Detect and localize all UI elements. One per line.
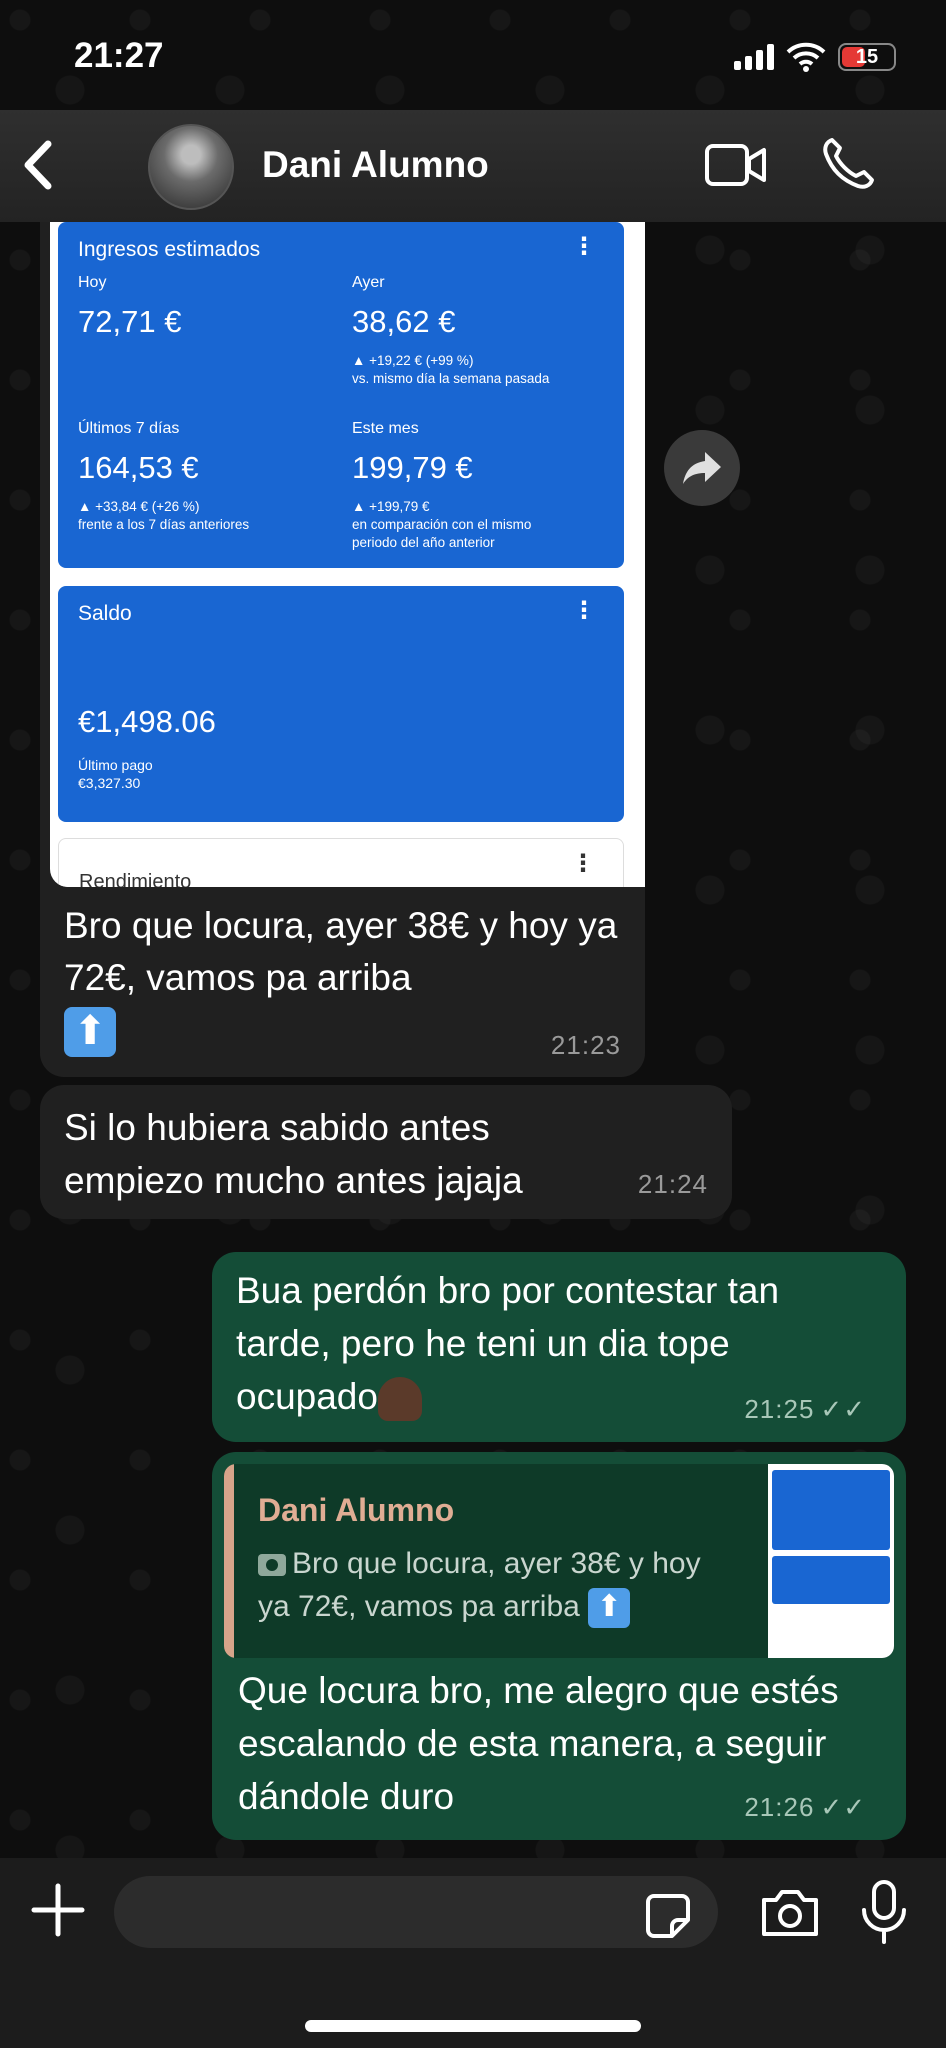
forward-icon: [683, 452, 721, 484]
message-time: 21:24: [637, 1169, 708, 1199]
estimated-earnings-card: Ingresos estimados ⋮ Hoy 72,71 € Ayer 38…: [58, 222, 624, 568]
image-message-bubble[interactable]: Ingresos estimados ⋮ Hoy 72,71 € Ayer 38…: [40, 222, 645, 1077]
stat-last-7-days: Últimos 7 días 164,53 € ▲ +33,84 € (+26 …: [78, 420, 250, 532]
forward-button[interactable]: [664, 430, 740, 506]
signal-icon: [734, 44, 774, 70]
more-icon: ⋮: [572, 597, 596, 624]
stat-this-month: Este mes 199,79 € ▲ +199,79 € en comparac…: [352, 420, 532, 550]
message-time: 21:25 ✓✓: [744, 1394, 866, 1424]
received-message-bubble[interactable]: Si lo hubiera sabido antes empiezo mucho…: [40, 1085, 732, 1219]
home-indicator: [305, 2020, 641, 2032]
sticker-icon[interactable]: [644, 1892, 692, 1940]
back-icon[interactable]: [18, 140, 58, 190]
plus-icon[interactable]: [28, 1880, 88, 1940]
message-input[interactable]: [114, 1876, 718, 1948]
more-icon: ⋮: [571, 850, 595, 877]
video-call-icon[interactable]: [704, 140, 768, 190]
contact-avatar[interactable]: [148, 124, 234, 210]
up-arrow-emoji: ⬆: [64, 1007, 116, 1058]
stat-yesterday: Ayer 38,62 € ▲ +19,22 € (+99 %) vs. mismo…: [352, 274, 550, 386]
phone-icon[interactable]: [820, 136, 876, 192]
camera-icon: [258, 1554, 286, 1577]
status-time: 21:27: [74, 36, 164, 75]
balance-value: €1,498.06: [78, 704, 216, 739]
wifi-icon: [786, 42, 826, 72]
card-title: Rendimiento: [79, 871, 192, 887]
camera-icon[interactable]: [758, 1886, 822, 1940]
composer-bar: [0, 1858, 946, 2048]
card-title: Saldo: [78, 602, 132, 625]
message-time: 21:26 ✓✓: [744, 1792, 866, 1822]
microphone-icon[interactable]: [860, 1880, 908, 1944]
status-icons: 15: [734, 42, 896, 72]
quote-author: Dani Alumno: [258, 1492, 455, 1528]
read-ticks-icon: ✓✓: [820, 1792, 866, 1822]
quote-bar: [224, 1464, 234, 1658]
quote-text: Bro que locura, ayer 38€ y hoy ya 72€, v…: [258, 1542, 738, 1629]
battery-level: 15: [855, 46, 879, 68]
message-time: 21:23: [550, 1030, 621, 1060]
message-text: Si lo hubiera sabido antes empiezo mucho…: [64, 1107, 523, 1201]
card-title: Ingresos estimados: [78, 238, 261, 261]
sent-reply-bubble[interactable]: Dani Alumno Bro que locura, ayer 38€ y h…: [212, 1452, 906, 1840]
read-ticks-icon: ✓✓: [820, 1394, 866, 1424]
praying-hands-emoji: [377, 1377, 422, 1422]
earnings-screenshot[interactable]: Ingresos estimados ⋮ Hoy 72,71 € Ayer 38…: [50, 222, 645, 887]
more-icon: ⋮: [572, 233, 596, 260]
up-arrow-emoji: ⬆: [588, 1588, 631, 1629]
last-payment: Último pago €3,327.30: [78, 757, 153, 791]
balance-card: Saldo ⋮ €1,498.06 Último pago €3,327.30: [58, 586, 624, 822]
sent-message-bubble[interactable]: Bua perdón bro por contestar tan tarde, …: [212, 1252, 906, 1442]
battery-icon: 15: [838, 43, 896, 71]
message-text: Bro que locura, ayer 38€ y hoy ya 72€, v…: [64, 900, 624, 1058]
stat-today: Hoy 72,71 €: [78, 274, 182, 339]
contact-name[interactable]: Dani Alumno: [262, 144, 489, 186]
quoted-message[interactable]: Dani Alumno Bro que locura, ayer 38€ y h…: [224, 1464, 894, 1658]
chat-header: Dani Alumno: [0, 110, 946, 222]
performance-card: Rendimiento ⋮: [58, 838, 624, 887]
status-bar: 21:27 15: [0, 0, 946, 120]
quote-thumbnail: [768, 1464, 894, 1658]
